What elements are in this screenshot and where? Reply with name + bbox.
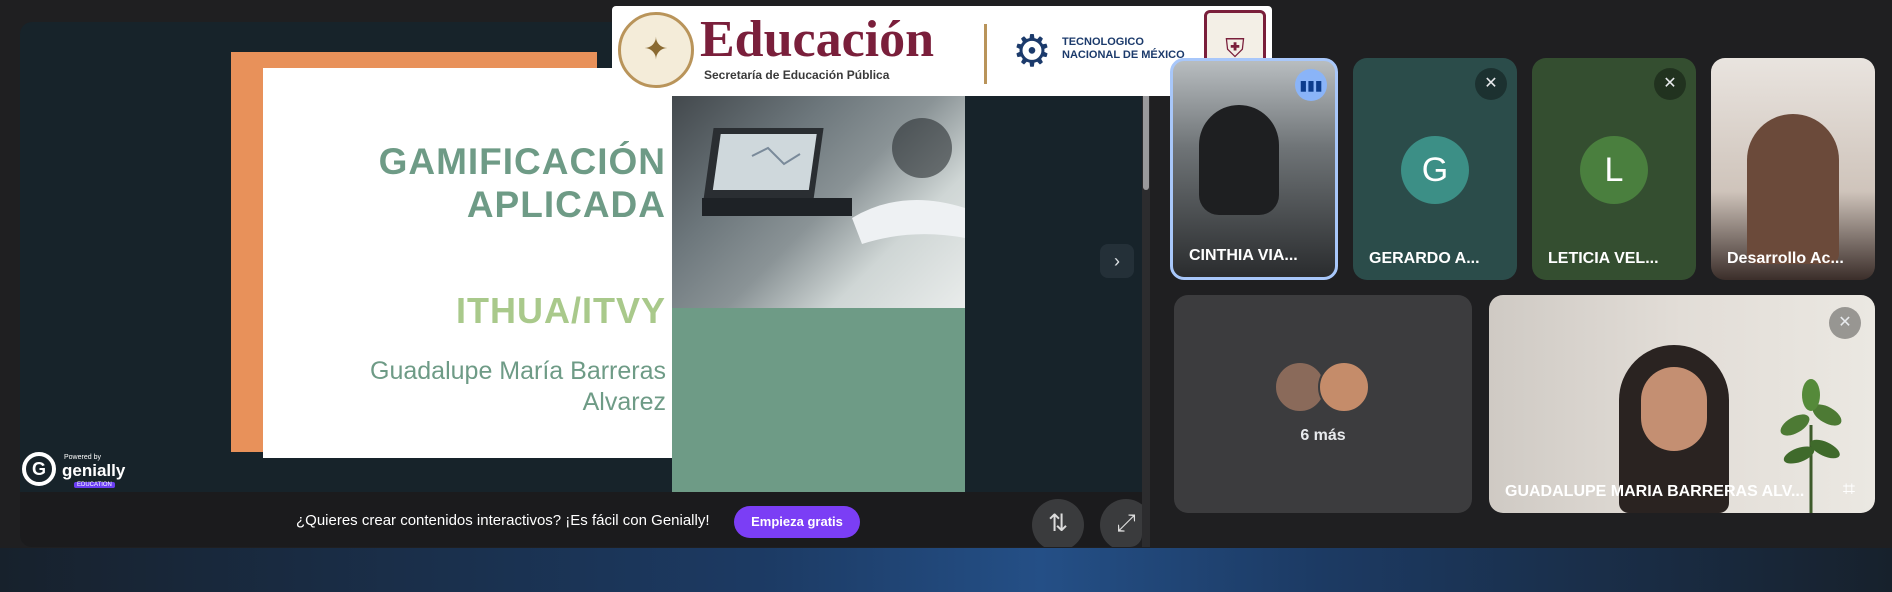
genially-name: genially — [62, 461, 126, 480]
slide-green-block — [672, 308, 965, 518]
genially-g-icon: G — [22, 452, 56, 486]
logo-divider — [984, 24, 987, 84]
avatar: G — [1401, 136, 1469, 204]
crop-icon[interactable]: ⌗ — [1833, 473, 1865, 505]
avatar — [1318, 361, 1370, 413]
tecnm-name: TECNOLOGICO NACIONAL DE MÉXICO — [1062, 36, 1185, 61]
avatar: L — [1580, 136, 1648, 204]
genially-powered-label: Powered by — [64, 454, 101, 461]
mic-off-icon: ✕ — [1475, 68, 1507, 100]
educacion-wordmark: Educación — [700, 11, 935, 68]
participant-name: CINTHIA VIA... — [1189, 247, 1298, 264]
next-slide-button[interactable]: › — [1100, 244, 1134, 278]
slide-photo — [672, 68, 965, 308]
slide-subtitle: ITHUA/ITVY — [455, 290, 666, 331]
presentation-stage: GAMIFICACIÓN APLICADA ITHUA/ITVY Guadalu… — [20, 22, 1142, 547]
participant-tile-leticia[interactable]: ✕ L LETICIA VEL... — [1532, 58, 1696, 280]
genially-edu-badge: EDUCATION — [74, 482, 115, 488]
laptop-photo-illustration — [702, 118, 965, 244]
mexico-seal-icon: ✦ — [618, 12, 694, 88]
participant-tile-cinthia[interactable]: ▮▮▮ CINTHIA VIA... — [1170, 58, 1338, 280]
slide-author: Guadalupe María Barreras Alvarez — [370, 357, 666, 416]
participant-video — [1747, 114, 1839, 264]
empieza-gratis-button[interactable]: Empieza gratis — [734, 506, 860, 538]
mic-off-icon: ✕ — [1654, 68, 1686, 100]
participant-tile-guadalupe[interactable]: ✕ ⌗ GUADALUPE MARIA BARRERAS ALV... — [1489, 295, 1875, 513]
background-glow — [0, 548, 1892, 592]
participant-tile-gerardo[interactable]: ✕ G GERARDO A... — [1353, 58, 1517, 280]
more-participants-label: 6 más — [1300, 427, 1346, 444]
participant-video — [1199, 105, 1279, 215]
participant-face — [1641, 367, 1707, 451]
tecnm-gear-icon: ⚙ — [1012, 27, 1052, 76]
participant-name: GERARDO A... — [1369, 250, 1480, 267]
slide-title: GAMIFICACIÓN APLICADA — [378, 141, 666, 225]
banner-text: ¿Quieres crear contenidos interactivos? … — [296, 512, 710, 529]
participant-name: LETICIA VEL... — [1548, 250, 1659, 267]
genially-logo[interactable]: G Powered by genially EDUCATION — [22, 452, 132, 490]
mic-off-icon: ✕ — [1829, 307, 1861, 339]
participant-name: Desarrollo Ac... — [1727, 250, 1844, 267]
swap-layout-button[interactable]: ⇅ — [1032, 499, 1084, 547]
participant-name: GUADALUPE MARIA BARRERAS ALV... — [1505, 483, 1805, 500]
participant-tile-desarrollo[interactable]: Desarrollo Ac... — [1711, 58, 1875, 280]
more-participants-tile[interactable]: 6 más — [1174, 295, 1472, 513]
speaking-indicator-icon: ▮▮▮ — [1295, 69, 1327, 101]
sep-subtitle: Secretaría de Educación Pública — [704, 68, 890, 82]
expand-button[interactable]: ⤢ — [1100, 499, 1142, 547]
